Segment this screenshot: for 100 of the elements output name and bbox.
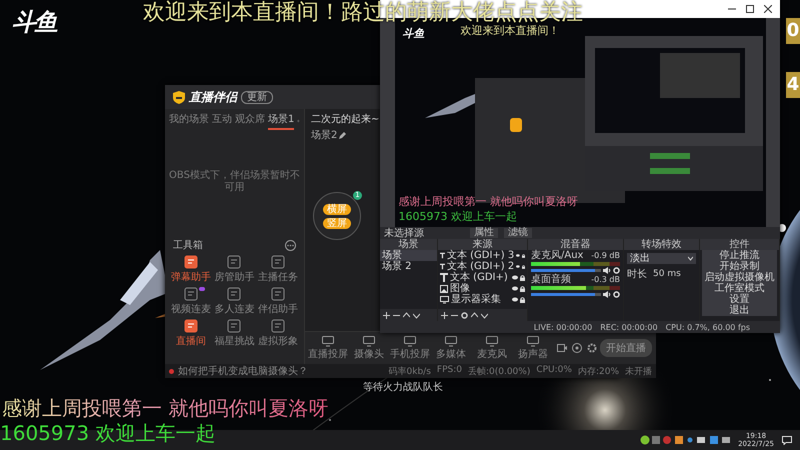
panel-icon bbox=[271, 255, 286, 269]
panel-icon bbox=[184, 287, 198, 301]
channel-name: 桌面音频 bbox=[531, 275, 571, 285]
control-button[interactable]: 退出 bbox=[702, 305, 777, 316]
source-item[interactable]: 文本 (GDI+) 3 bbox=[438, 250, 527, 261]
panel-icon bbox=[227, 287, 242, 301]
welcome-overlay-text: 1605973 欢迎上车一起 bbox=[0, 421, 216, 445]
tool-item[interactable]: 主播任务 bbox=[256, 255, 300, 284]
empty-hint: OBS模式下，伴侣场景暂时不可用 bbox=[169, 170, 300, 194]
source-item[interactable]: 文本 (GDI+) 2 bbox=[438, 261, 527, 272]
screen-icon bbox=[527, 336, 539, 346]
toolbar-button[interactable]: 滤镜 bbox=[504, 228, 532, 238]
lock-icon bbox=[520, 286, 525, 292]
scene-tab[interactable]: 互动 bbox=[212, 111, 232, 130]
app-title: 直播伴侣 bbox=[189, 88, 237, 106]
tool-item[interactable]: 虚拟形象 bbox=[256, 319, 300, 348]
tool-item[interactable]: 直播间 bbox=[169, 319, 213, 348]
screen-icon bbox=[486, 336, 498, 346]
control-button[interactable]: 开始录制 bbox=[702, 261, 777, 272]
preview-logo: 斗鱼 bbox=[402, 26, 424, 41]
add-icon bbox=[297, 116, 300, 124]
tool-item[interactable]: 房管助手 bbox=[212, 255, 256, 284]
panel-icon bbox=[271, 287, 286, 301]
control-button[interactable]: 停止推流 bbox=[702, 250, 777, 261]
tool-item[interactable]: 视频连麦 bbox=[169, 287, 213, 316]
device-button[interactable]: 多媒体 bbox=[432, 336, 470, 360]
help-tip[interactable]: 如何把手机变成电脑摄像头？ bbox=[178, 364, 308, 378]
lock-icon bbox=[522, 264, 525, 270]
status-item: FPS:0 bbox=[436, 364, 462, 376]
rank-badge: 4 bbox=[786, 72, 800, 98]
scene-tab[interactable]: 场景1 bbox=[268, 111, 294, 130]
channel-name: 麦克风/Aux bbox=[531, 251, 584, 261]
dock-header: 转场特效 bbox=[624, 239, 699, 250]
screen-icon bbox=[363, 336, 375, 346]
status-item: LIVE: 00:00:00 bbox=[534, 322, 592, 332]
speaker-icon bbox=[603, 291, 611, 298]
scene-tab[interactable]: 我的场景 bbox=[169, 111, 209, 130]
preview-title: 欢迎来到本直播间！ bbox=[460, 23, 560, 38]
control-button[interactable]: 工作室模式 bbox=[702, 283, 777, 294]
dock-header: 场景 bbox=[380, 239, 437, 250]
status-item: 丢帧:0(0.00%) bbox=[468, 366, 530, 378]
panel-icon bbox=[227, 319, 242, 333]
screen-icon bbox=[404, 336, 416, 346]
source-status: 未选择源 bbox=[384, 226, 424, 239]
up-icon bbox=[471, 312, 478, 318]
tool-item[interactable]: 多人连麦 bbox=[212, 287, 256, 316]
eye-icon bbox=[572, 343, 582, 353]
update-badge[interactable]: 更新 bbox=[241, 90, 273, 104]
shield-icon bbox=[173, 90, 185, 104]
control-button[interactable]: 启动虚拟摄像机 bbox=[702, 272, 777, 283]
pencil-icon bbox=[339, 132, 346, 138]
device-button[interactable]: 扬声器 bbox=[514, 336, 552, 360]
panel-icon bbox=[227, 255, 242, 269]
preview-welcome-text: 1605973 欢迎上车一起 bbox=[398, 209, 517, 224]
close-icon bbox=[764, 5, 772, 13]
dock-header: 来源 bbox=[438, 239, 527, 250]
source-item[interactable]: 文本 (GDI+) bbox=[438, 272, 527, 283]
preview-thanks-text: 感谢上周投喂第一 就他吗你叫夏洛呀 bbox=[398, 194, 578, 209]
go-live-button[interactable]: 开始直播 bbox=[600, 339, 652, 357]
down-icon bbox=[481, 312, 488, 318]
lock-icon bbox=[522, 252, 525, 258]
add-icon bbox=[441, 312, 448, 318]
toolbar-button[interactable]: 属性 bbox=[470, 228, 498, 238]
status-item: 未开播 bbox=[625, 366, 652, 378]
status-item: CPU:0% bbox=[536, 364, 572, 376]
toolbox-title: 工具箱 bbox=[173, 239, 203, 252]
source-item[interactable]: 显示器采集 bbox=[438, 294, 527, 305]
down-icon bbox=[413, 312, 420, 318]
status-item: REC: 00:00:00 bbox=[600, 322, 658, 332]
scene-item[interactable]: 场景 bbox=[380, 250, 437, 261]
transition-select[interactable]: 淡出 bbox=[627, 253, 696, 264]
tool-item[interactable]: 福星挑战 bbox=[212, 319, 256, 348]
panel-icon bbox=[184, 255, 198, 269]
tray-icons-drawing[interactable] bbox=[640, 435, 730, 445]
up-icon bbox=[403, 312, 410, 318]
scene-name: 场景2 bbox=[311, 128, 338, 142]
speaker-icon bbox=[603, 267, 611, 274]
scene-tab[interactable]: 观众席 bbox=[235, 111, 265, 130]
caption-text: 等待火力战队队长 bbox=[363, 380, 443, 394]
device-button[interactable]: 直播投屏 bbox=[309, 336, 347, 360]
lock-icon bbox=[520, 296, 525, 302]
more-icon bbox=[285, 240, 296, 250]
image-icon bbox=[440, 284, 448, 292]
duration-label: 时长 bbox=[627, 268, 647, 281]
device-button[interactable]: 手机投屏 bbox=[391, 336, 429, 360]
monitor-icon bbox=[440, 296, 449, 304]
status-item: 码率0kb/s bbox=[388, 366, 431, 378]
device-button[interactable]: 麦克风 bbox=[473, 336, 511, 360]
scene-title: 二次元的起来~ bbox=[311, 112, 380, 126]
device-button[interactable]: 摄像头 bbox=[350, 336, 388, 360]
panel-icon bbox=[271, 319, 286, 333]
tool-item[interactable]: 伴侣助手 bbox=[256, 287, 300, 316]
rank-badge: 0 bbox=[786, 18, 800, 44]
dock-header: 混音器 bbox=[528, 239, 623, 250]
maximize-icon bbox=[746, 5, 754, 13]
tool-item[interactable]: 弹幕助手 bbox=[169, 255, 213, 284]
scene-item[interactable]: 场景 2 bbox=[380, 261, 437, 272]
source-item[interactable]: 图像 bbox=[438, 283, 527, 294]
screen-icon bbox=[445, 336, 457, 346]
control-button[interactable]: 设置 bbox=[702, 294, 777, 305]
